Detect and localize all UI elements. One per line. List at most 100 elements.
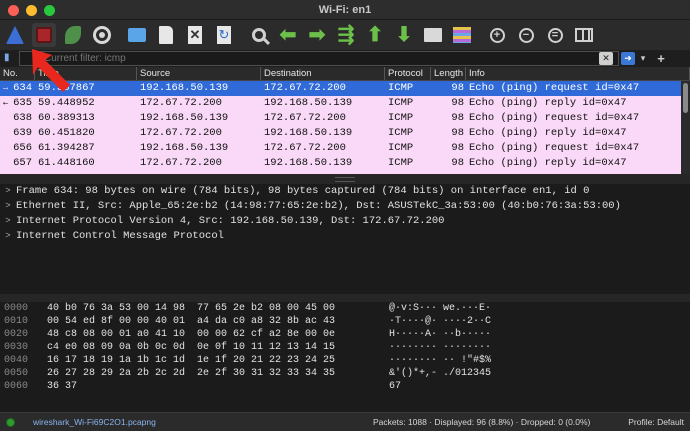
arrow-up-icon: ⬆ xyxy=(366,24,384,46)
column-header-time[interactable]: Time xyxy=(35,67,137,80)
save-file-button[interactable] xyxy=(154,23,178,47)
hex-row[interactable]: 0040 16 17 18 19 1a 1b 1c 1d 1e 1f 20 21 … xyxy=(0,354,690,367)
hex-offset: 0020 xyxy=(4,329,29,340)
column-header-destination[interactable]: Destination xyxy=(261,67,385,80)
display-filter-input[interactable] xyxy=(19,51,619,66)
profile-label[interactable]: Profile: Default xyxy=(628,417,684,427)
display-filter-bar: ▮ ✕ ➜ ▾ + xyxy=(0,50,690,67)
packet-source: 192.168.50.139 xyxy=(140,142,229,154)
resize-columns-icon xyxy=(575,28,593,42)
hex-ascii: &'()*+,- ./012345 xyxy=(389,368,492,379)
packet-protocol: ICMP xyxy=(388,112,414,124)
packet-destination: 192.168.50.139 xyxy=(264,127,353,139)
hex-row[interactable]: 0010 00 54 ed 8f 00 00 40 01 a4 da c0 a8 … xyxy=(0,315,690,328)
hex-row[interactable]: 0060 36 37 67 xyxy=(0,380,690,393)
hex-offset: 0060 xyxy=(4,381,29,392)
packet-marker xyxy=(0,111,8,126)
packet-row[interactable]: ← 635 59.448952 172.67.72.200 192.168.50.139… xyxy=(0,96,690,111)
column-header-source[interactable]: Source xyxy=(137,67,261,80)
packet-counts: Packets: 1088 · Displayed: 96 (8.8%) · D… xyxy=(373,417,591,427)
hex-offset: 0000 xyxy=(4,303,29,314)
go-to-packet-button[interactable]: ⇶ xyxy=(334,23,358,47)
packet-list-scrollbar[interactable] xyxy=(681,81,690,174)
packet-number: 639 xyxy=(13,127,32,139)
packet-row[interactable]: 638 60.389313 192.168.50.139 172.67.72.200 I… xyxy=(0,111,690,126)
column-header-length[interactable]: Length xyxy=(431,67,466,80)
hex-row[interactable]: 0050 26 27 28 29 2a 2b 2c 2d 2e 2f 30 31 … xyxy=(0,367,690,380)
hex-row[interactable]: 0020 48 c8 08 00 01 a0 41 10 00 00 62 cf … xyxy=(0,328,690,341)
packet-protocol: ICMP xyxy=(388,142,414,154)
packet-destination: 192.168.50.139 xyxy=(264,157,353,169)
packet-length: 98 xyxy=(451,142,464,154)
packet-source: 172.67.72.200 xyxy=(140,127,222,139)
auto-scroll-button[interactable] xyxy=(421,23,445,47)
hex-row[interactable]: 0000 40 b0 76 3a 53 00 14 98 77 65 2e b2 … xyxy=(0,302,690,315)
chevron-right-icon[interactable]: > xyxy=(0,184,16,199)
detail-row-ethernet[interactable]: > Ethernet II, Src: Apple_65:2e:b2 (14:98… xyxy=(0,199,690,214)
zoom-in-button[interactable]: + xyxy=(485,23,509,47)
add-filter-button[interactable]: + xyxy=(655,52,667,65)
bookmark-icon[interactable]: ▮ xyxy=(4,52,16,66)
filter-history-dropdown[interactable]: ▾ xyxy=(637,52,649,65)
zoom-out-button[interactable]: − xyxy=(514,23,538,47)
packet-number: 656 xyxy=(13,142,32,154)
packet-bytes-pane: 0000 40 b0 76 3a 53 00 14 98 77 65 2e b2 … xyxy=(0,302,690,412)
chevron-right-icon[interactable]: > xyxy=(0,229,16,244)
packet-row[interactable]: 657 61.448160 172.67.72.200 192.168.50.139 I… xyxy=(0,156,690,171)
packet-info: Echo (ping) request id=0x47 xyxy=(469,82,640,94)
apply-filter-button[interactable]: ➜ xyxy=(621,52,635,65)
packet-destination: 192.168.50.139 xyxy=(264,97,353,109)
capture-options-button[interactable] xyxy=(90,23,114,47)
pane-splitter[interactable] xyxy=(0,294,690,302)
hex-row[interactable]: 0030 c4 e0 08 09 0a 0b 0c 0d 0e 0f 10 11 … xyxy=(0,341,690,354)
packet-number: 635 xyxy=(13,97,32,109)
column-header-protocol[interactable]: Protocol xyxy=(385,67,431,80)
hex-ascii: 67 xyxy=(389,381,402,392)
packet-row[interactable]: → 634 59.387867 192.168.50.139 172.67.72.200… xyxy=(0,81,690,96)
expert-info-icon[interactable] xyxy=(6,417,15,427)
arrow-right-icon: ➡ xyxy=(308,24,326,46)
chevron-right-icon[interactable]: > xyxy=(0,214,16,229)
close-file-button[interactable]: ✕ xyxy=(183,23,207,47)
close-window-button[interactable] xyxy=(8,5,19,16)
packet-row[interactable]: 656 61.394287 192.168.50.139 172.67.72.200 I… xyxy=(0,141,690,156)
hex-ascii: ········ ········ xyxy=(389,342,492,353)
colorize-button[interactable] xyxy=(450,23,474,47)
colorize-icon xyxy=(453,27,471,43)
minimize-window-button[interactable] xyxy=(26,5,37,16)
restart-capture-button[interactable] xyxy=(61,23,85,47)
column-header-info[interactable]: Info xyxy=(466,67,690,80)
clear-filter-button[interactable]: ✕ xyxy=(599,52,613,65)
maximize-window-button[interactable] xyxy=(44,5,55,16)
resize-columns-button[interactable] xyxy=(572,23,596,47)
go-forward-button[interactable]: ➡ xyxy=(305,23,329,47)
hex-ascii: H·····A· ··b····· xyxy=(389,329,492,340)
packet-time: 61.394287 xyxy=(38,142,95,154)
reload-file-button[interactable]: ↻ xyxy=(212,23,236,47)
hex-ascii: @·v:S··· we.···E· xyxy=(389,303,492,314)
pane-splitter[interactable] xyxy=(0,174,690,184)
go-last-button[interactable]: ⬇ xyxy=(392,23,416,47)
packet-marker: → xyxy=(3,82,8,94)
find-packet-button[interactable] xyxy=(247,23,271,47)
detail-row-icmp[interactable]: > Internet Control Message Protocol xyxy=(0,229,690,244)
hex-bytes: 48 c8 08 00 01 a0 41 10 00 00 62 cf a2 8… xyxy=(47,329,336,340)
chevron-right-icon[interactable]: > xyxy=(0,199,16,214)
packet-time: 61.448160 xyxy=(38,157,95,169)
start-capture-button[interactable] xyxy=(3,23,27,47)
column-header-no[interactable]: No. xyxy=(0,67,35,80)
packet-protocol: ICMP xyxy=(388,82,414,94)
go-back-button[interactable]: ⬅ xyxy=(276,23,300,47)
packet-list: No. Time Source Destination Protocol Len… xyxy=(0,67,690,174)
packet-marker: ← xyxy=(3,97,8,109)
zoom-normal-button[interactable]: = xyxy=(543,23,567,47)
packet-destination: 172.67.72.200 xyxy=(264,82,346,94)
stop-capture-button[interactable] xyxy=(32,23,56,47)
packet-protocol: ICMP xyxy=(388,127,414,139)
packet-row[interactable]: 639 60.451820 172.67.72.200 192.168.50.139 I… xyxy=(0,126,690,141)
go-first-button[interactable]: ⬆ xyxy=(363,23,387,47)
detail-row-frame[interactable]: > Frame 634: 98 bytes on wire (784 bits),… xyxy=(0,184,690,199)
detail-row-ip[interactable]: > Internet Protocol Version 4, Src: 192.1… xyxy=(0,214,690,229)
open-file-button[interactable] xyxy=(125,23,149,47)
main-toolbar: ✕ ↻ ⬅ ➡ ⇶ ⬆ ⬇ + − = xyxy=(0,20,690,50)
